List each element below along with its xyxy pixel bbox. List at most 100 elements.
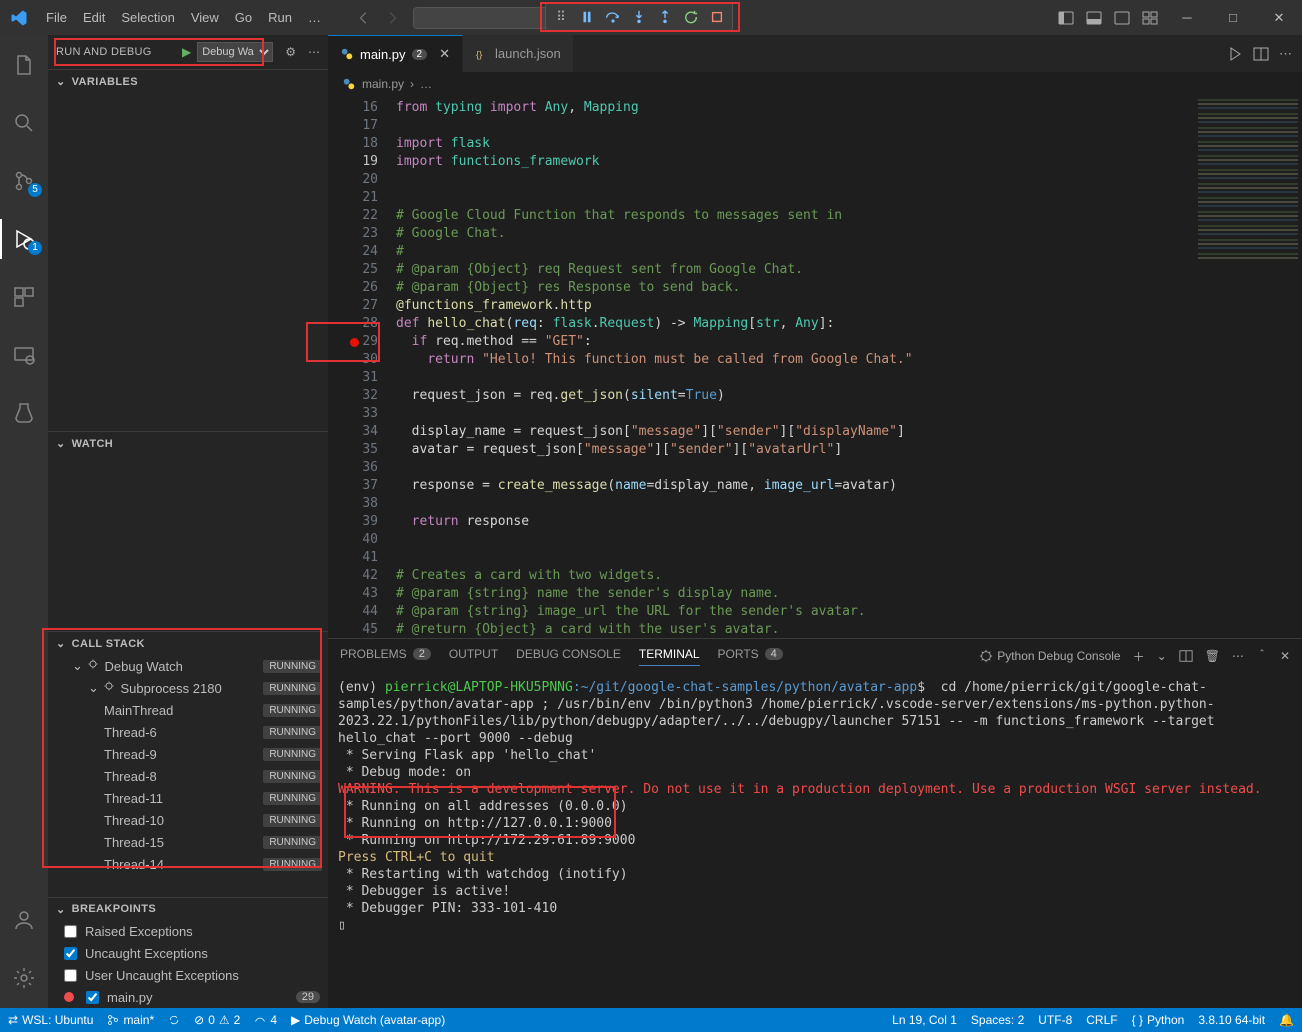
section-watch-header[interactable]: ⌄WATCH [48, 432, 328, 455]
more-icon[interactable]: ⋯ [1279, 46, 1292, 62]
activity-testing[interactable] [0, 393, 48, 433]
code-line[interactable] [396, 405, 1192, 423]
menu-edit[interactable]: Edit [75, 6, 113, 29]
editor-body[interactable]: 1617181920212223242526272829303132333435… [328, 95, 1302, 638]
line-number[interactable]: 24 [328, 243, 396, 261]
debug-config-select[interactable]: Debug Wa [197, 42, 273, 62]
code-line[interactable]: # Google Cloud Function that responds to… [396, 207, 1192, 225]
status-eol[interactable]: CRLF [1086, 1013, 1117, 1027]
panel-tab-debugconsole[interactable]: DEBUG CONSOLE [516, 647, 621, 665]
menu-…[interactable]: … [300, 6, 329, 29]
code-line[interactable]: response = create_message(name=display_n… [396, 477, 1192, 495]
status-sync[interactable] [168, 1014, 180, 1026]
line-number[interactable]: 34 [328, 423, 396, 441]
code-line[interactable]: request_json = req.get_json(silent=True) [396, 387, 1192, 405]
window-maximize[interactable]: □ [1216, 10, 1250, 25]
breakpoint-row[interactable]: Raised Exceptions [48, 920, 328, 942]
breakpoint-row[interactable]: User Uncaught Exceptions [48, 964, 328, 986]
activity-scm[interactable]: 5 [0, 161, 48, 201]
line-number[interactable]: 40 [328, 531, 396, 549]
panel-maximize-icon[interactable]: ＾ [1256, 648, 1268, 665]
split-terminal-icon[interactable] [1179, 649, 1193, 663]
line-number[interactable]: 33 [328, 405, 396, 423]
breakpoint-checkbox[interactable] [86, 991, 99, 1004]
callstack-thread[interactable]: Thread-6RUNNING [48, 721, 328, 743]
line-number[interactable]: 38 [328, 495, 396, 513]
code-line[interactable]: # Google Chat. [396, 225, 1192, 243]
breakpoint-row[interactable]: main.py29 [48, 986, 328, 1008]
panel-tab-problems[interactable]: PROBLEMS2 [340, 647, 431, 665]
code-line[interactable]: # @param {string} name the sender's disp… [396, 585, 1192, 603]
code-line[interactable]: # [396, 243, 1192, 261]
line-number[interactable]: 23 [328, 225, 396, 243]
code-line[interactable]: # @param {string} image_url the URL for … [396, 603, 1192, 621]
menu-file[interactable]: File [38, 6, 75, 29]
line-number[interactable]: 32 [328, 387, 396, 405]
code-line[interactable] [396, 459, 1192, 477]
code-line[interactable] [396, 117, 1192, 135]
code-line[interactable]: # Creates a card with two widgets. [396, 567, 1192, 585]
callstack-thread[interactable]: Thread-9RUNNING [48, 743, 328, 765]
code-line[interactable]: # @param {Object} res Response to send b… [396, 279, 1192, 297]
line-number[interactable]: 22 [328, 207, 396, 225]
panel-tab-terminal[interactable]: TERMINAL [639, 647, 700, 666]
activity-search[interactable] [0, 103, 48, 143]
activity-account[interactable] [0, 900, 48, 940]
line-number[interactable]: 17 [328, 117, 396, 135]
code-line[interactable]: @functions_framework.http [396, 297, 1192, 315]
debug-step-out-icon[interactable] [654, 6, 676, 28]
menu-view[interactable]: View [183, 6, 227, 29]
section-variables-header[interactable]: ⌄VARIABLES [48, 70, 328, 93]
debug-stop-icon[interactable] [706, 6, 728, 28]
panel-tab-output[interactable]: OUTPUT [449, 647, 498, 665]
callstack-thread[interactable]: Thread-10RUNNING [48, 809, 328, 831]
panel-close-icon[interactable]: ✕ [1280, 649, 1290, 663]
code-line[interactable]: return response [396, 513, 1192, 531]
panel-more-icon[interactable]: ⋯ [1232, 649, 1244, 663]
debug-toolbar[interactable]: ⠿ [545, 2, 733, 32]
nav-forward-icon[interactable] [385, 11, 399, 25]
menu-go[interactable]: Go [227, 6, 260, 29]
line-number[interactable]: 45 [328, 621, 396, 638]
line-number[interactable]: 31 [328, 369, 396, 387]
terminal-chevron-down-icon[interactable]: ⌄ [1157, 649, 1167, 663]
debug-pause-icon[interactable] [576, 6, 598, 28]
callstack-thread[interactable]: MainThreadRUNNING [48, 699, 328, 721]
callstack-root[interactable]: ⌄ Debug WatchRUNNING [48, 655, 328, 677]
activity-settings[interactable] [0, 958, 48, 998]
status-debug[interactable]: ▶Debug Watch (avatar-app) [291, 1013, 445, 1027]
line-number[interactable]: 27 [328, 297, 396, 315]
status-python[interactable]: 3.8.10 64-bit [1198, 1013, 1265, 1027]
line-number[interactable]: 35 [328, 441, 396, 459]
code-line[interactable] [396, 531, 1192, 549]
gear-icon[interactable]: ⚙ [285, 45, 296, 59]
layout-right-icon[interactable] [1114, 10, 1130, 26]
menu-selection[interactable]: Selection [113, 6, 182, 29]
menu-run[interactable]: Run [260, 6, 300, 29]
line-number[interactable]: 26 [328, 279, 396, 297]
breadcrumb[interactable]: main.py › … [328, 73, 1302, 95]
callstack-thread[interactable]: Thread-8RUNNING [48, 765, 328, 787]
code-line[interactable]: import flask [396, 135, 1192, 153]
status-branch[interactable]: main* [107, 1013, 154, 1027]
minimap[interactable] [1192, 95, 1302, 638]
line-number[interactable]: 41 [328, 549, 396, 567]
line-number[interactable]: 39 [328, 513, 396, 531]
line-number[interactable]: 44 [328, 603, 396, 621]
status-bell[interactable]: 🔔 [1279, 1013, 1294, 1027]
kill-terminal-icon[interactable]: 🗑 [1205, 649, 1220, 663]
line-number[interactable]: 20 [328, 171, 396, 189]
activity-explorer[interactable] [0, 45, 48, 85]
code-line[interactable] [396, 171, 1192, 189]
line-number[interactable]: 25 [328, 261, 396, 279]
code-line[interactable]: def hello_chat(req: flask.Request) -> Ma… [396, 315, 1192, 333]
debug-drag-handle-icon[interactable]: ⠿ [550, 6, 572, 28]
status-spaces[interactable]: Spaces: 2 [971, 1013, 1024, 1027]
panel-tab-ports[interactable]: PORTS4 [718, 647, 783, 665]
breakpoint-checkbox[interactable] [64, 925, 77, 938]
terminal[interactable]: (env) pierrick@LAPTOP-HKU5PNNG:~/git/goo… [328, 673, 1302, 1008]
status-lncol[interactable]: Ln 19, Col 1 [892, 1013, 957, 1027]
code-line[interactable]: # @return {Object} a card with the user'… [396, 621, 1192, 638]
activity-remote[interactable] [0, 335, 48, 375]
layout-left-icon[interactable] [1058, 10, 1074, 26]
